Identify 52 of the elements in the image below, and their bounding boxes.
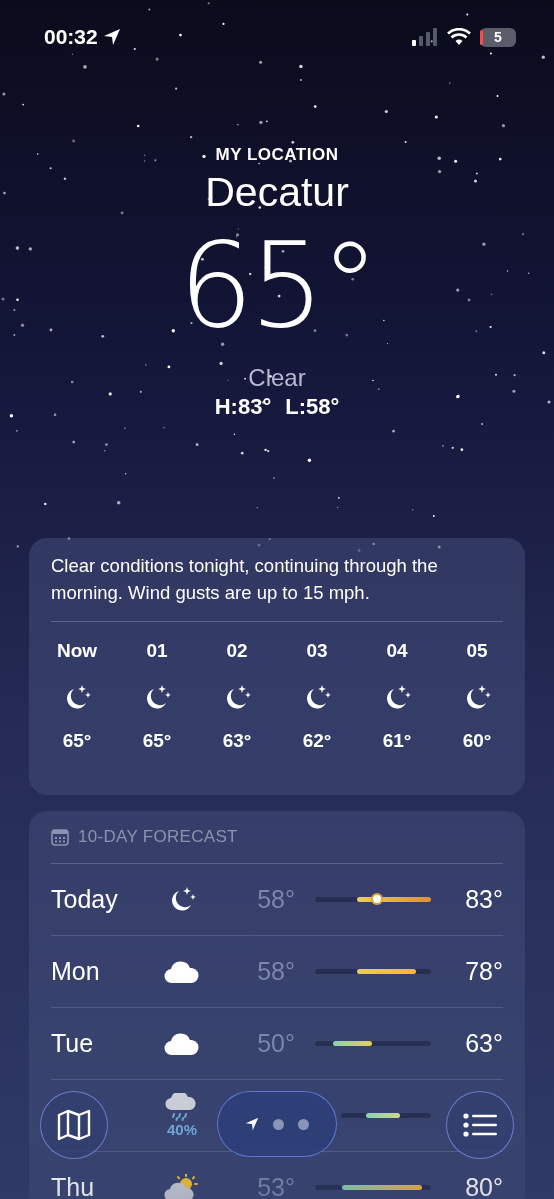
low-temperature: 58°: [257, 885, 295, 913]
city-name: Decatur: [205, 169, 349, 216]
forecast-title: 10-DAY FORECAST: [78, 827, 238, 847]
battery-indicator: 5: [480, 27, 516, 47]
high-temperature: 63°: [465, 1029, 503, 1057]
location-label: MY LOCATION: [215, 145, 339, 165]
temperature-range-bar: [332, 1041, 372, 1046]
hour-temperature: 65°: [62, 730, 92, 752]
map-icon: [57, 1109, 91, 1141]
current-temperature: 65°: [178, 226, 376, 344]
high-temperature: H:83°: [214, 394, 272, 420]
current-temperature-marker: [373, 895, 382, 903]
precipitation-chance: 40%: [167, 1121, 197, 1138]
temperature-range-bar: [356, 969, 417, 974]
high-temperature: 78°: [465, 957, 503, 985]
high-temperature: 83°: [465, 885, 503, 913]
hour-label: 05: [466, 640, 488, 663]
hour-label: Now: [56, 640, 98, 663]
low-temperature: 53°: [257, 1173, 295, 1199]
hour-label: 04: [386, 640, 408, 663]
hour-temperature: 65°: [142, 730, 172, 752]
temperature-range-bar: [366, 1113, 401, 1118]
page-dot: [273, 1118, 284, 1130]
location-arrow-icon: [102, 28, 121, 46]
condition-text: Clear: [248, 364, 306, 392]
calendar-icon: [51, 828, 69, 846]
rain-cloud-icon: [165, 1093, 199, 1121]
hour-temperature: 61°: [382, 730, 412, 752]
hour-temperature: 63°: [222, 730, 252, 752]
page-dot: [298, 1118, 309, 1130]
day-label: Thu: [51, 1173, 95, 1199]
hour-temperature: 62°: [302, 730, 332, 752]
hour-label: 02: [226, 640, 248, 663]
signal-icon: [412, 28, 438, 46]
day-label: Mon: [51, 957, 100, 985]
cloud-icon: [164, 959, 200, 984]
location-arrow-icon: [245, 1117, 259, 1131]
low-temperature: 58°: [257, 957, 295, 985]
hour-label: 01: [146, 640, 168, 663]
sun-cloud-icon: [164, 1173, 200, 1199]
low-temperature: 50°: [257, 1029, 295, 1057]
low-temperature: L:58°: [285, 394, 340, 420]
cloud-icon: [164, 1031, 200, 1056]
list-icon: [463, 1113, 497, 1137]
day-label: Today: [51, 885, 118, 913]
hour-label: 03: [306, 640, 328, 663]
wifi-icon: [447, 28, 471, 46]
clock-time: 00:32: [44, 25, 98, 49]
forecast-summary: Clear conditions tonight, continuing through the morning. Wind gusts are up to 15 mph.: [51, 554, 439, 605]
hour-temperature: 60°: [462, 730, 492, 752]
high-temperature: 80°: [465, 1173, 503, 1199]
day-label: Tue: [51, 1029, 94, 1057]
